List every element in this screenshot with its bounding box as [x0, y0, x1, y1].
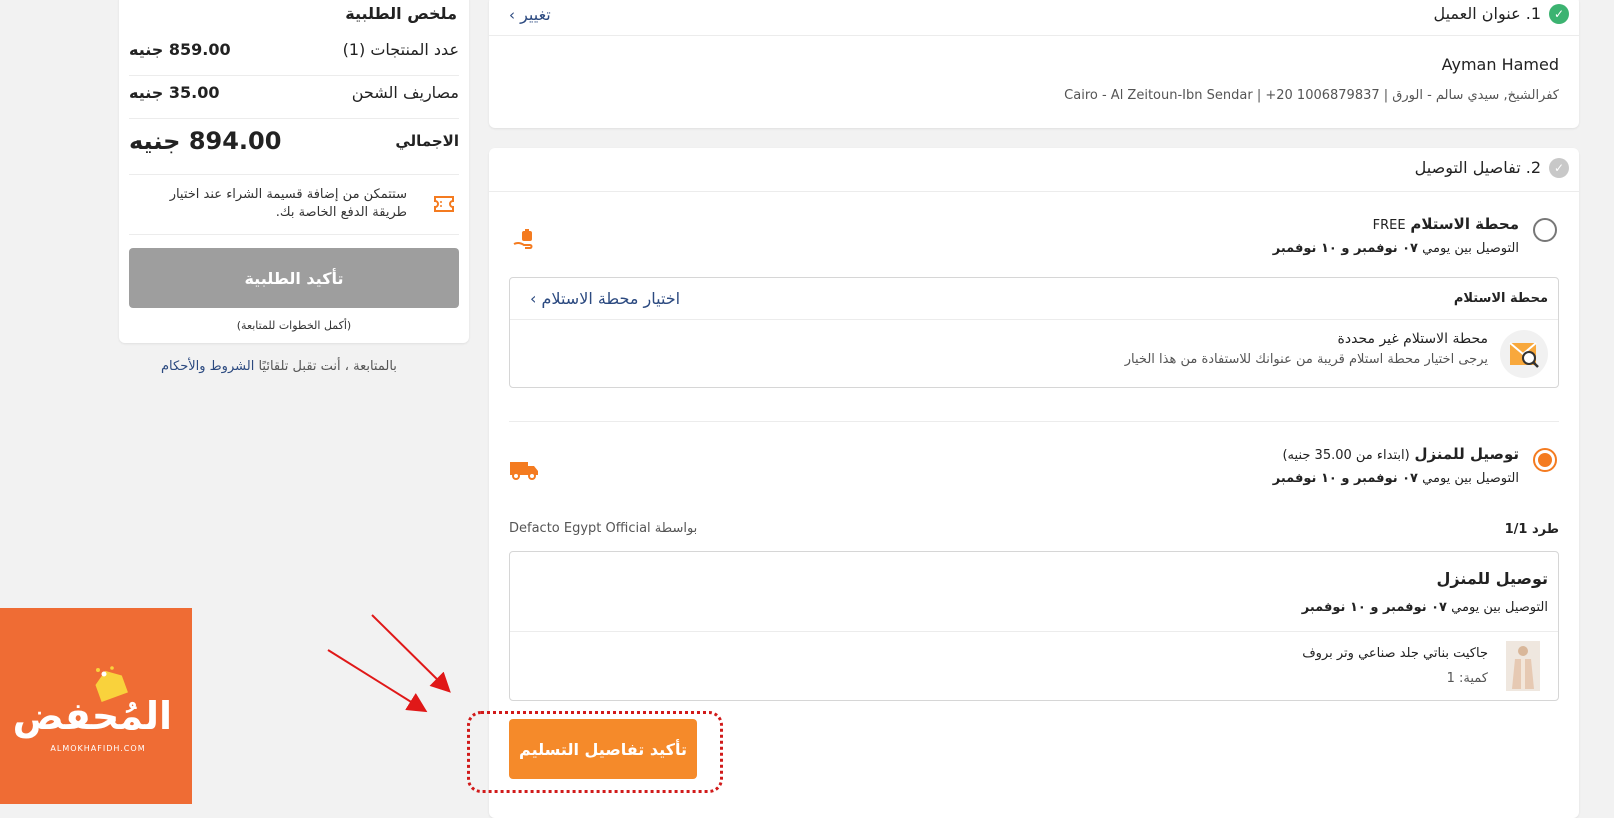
- terms-link[interactable]: الشروط والأحكام: [161, 359, 254, 374]
- total-row: الاجمالي 894.00 جنيه: [129, 127, 459, 155]
- check-icon: ✓: [1549, 158, 1569, 178]
- home-dates: التوصيل بين يومي ٠٧ نوفمبر و ١٠ نوفمبر: [1273, 471, 1519, 486]
- home-title-line: توصيل للمنزل (ابتداء من 35.00 جنيه): [1282, 445, 1519, 463]
- free-badge: FREE: [1372, 218, 1406, 233]
- choose-pickup-label: اختيار محطة الاستلام: [541, 289, 681, 308]
- pickup-station-box: محطة الاستلام ‹ اختيار محطة الاستلام محط…: [509, 277, 1559, 388]
- dates-prefix: التوصيل بين يومي: [1422, 241, 1519, 256]
- address-details: كفرالشيخ, سيدي سالم - الورق | 1006879837…: [1064, 88, 1559, 103]
- shipping-label: مصاريف الشحن: [351, 83, 459, 102]
- pickup-title-line: محطة الاستلام FREE: [1373, 215, 1519, 233]
- divider: [509, 421, 1559, 422]
- home-delivery-radio[interactable]: [1533, 448, 1557, 472]
- total-label: الاجمالي: [395, 132, 459, 150]
- change-label: تغيير: [520, 5, 551, 24]
- watermark-domain: ALMOKHAFIDH.COM: [50, 744, 146, 753]
- pickup-not-set: محطة الاستلام غير محددة: [1337, 331, 1488, 347]
- address-step-title: 1. عنوان العميل: [1433, 4, 1541, 23]
- shipping-row: مصاريف الشحن 35.00 جنيه: [129, 83, 459, 102]
- pickup-radio[interactable]: [1533, 218, 1557, 242]
- home-box-title: توصيل للمنزل: [1436, 569, 1548, 588]
- address-card: ✓ 1. عنوان العميل ‹ تغيير Ayman Hamed كف…: [489, 0, 1579, 128]
- pickup-hint: يرجى اختيار محطة استلام قريبة من عنوانك …: [1124, 352, 1488, 367]
- pickup-title: محطة الاستلام: [1410, 215, 1519, 233]
- product-thumbnail: [1506, 641, 1540, 691]
- divider: [129, 75, 459, 76]
- divider: [129, 118, 459, 119]
- parcel-label: طرد 1/1: [1504, 522, 1559, 537]
- highlight-annotation: [467, 711, 723, 793]
- delivery-step-title: 2. تفاصيل التوصيل: [1414, 158, 1541, 177]
- terms-line: بالمتابعة ، أنت تقبل تلقائيًا الشروط وال…: [161, 359, 397, 374]
- dates-prefix: التوصيل بين يومي: [1451, 600, 1548, 615]
- watermark-brand: المُحفض: [12, 694, 172, 738]
- order-summary-card: ملخص الطلبية عدد المنتجات (1) 859.00 جني…: [119, 0, 469, 343]
- customer-name: Ayman Hamed: [1441, 55, 1559, 74]
- chevron-left-icon: ‹: [530, 289, 537, 308]
- installment-note: ستتمكن من إضافة قسيمة الشراء عند اختيار …: [169, 187, 407, 220]
- terms-prefix: بالمتابعة ، أنت تقبل تلقائيًا: [258, 359, 397, 374]
- truck-icon: [509, 459, 539, 485]
- location-search-icon: [1500, 330, 1548, 378]
- confirm-order-button[interactable]: تأكيد الطلبية: [129, 248, 459, 308]
- change-address-link[interactable]: ‹ تغيير: [509, 5, 551, 24]
- divider: [129, 174, 459, 175]
- divider: [129, 234, 459, 235]
- total-value: 894.00 جنيه: [129, 127, 282, 155]
- dates-bold: ٠٧ نوفمبر و ١٠ نوفمبر: [1272, 471, 1418, 486]
- dates-bold: ٠٧ نوفمبر و ١٠ نوفمبر: [1301, 600, 1447, 615]
- check-icon: ✓: [1549, 4, 1569, 24]
- divider: [510, 319, 1558, 320]
- divider: [489, 35, 1579, 36]
- dates-bold: ٠٧ نوفمبر و ١٠ نوفمبر: [1272, 241, 1418, 256]
- complete-steps-note: (أكمل الخطوات للمتابعة): [236, 319, 352, 332]
- chevron-left-icon: ‹: [509, 6, 515, 24]
- pickup-box-header: محطة الاستلام: [1453, 291, 1548, 306]
- choose-pickup-link[interactable]: ‹ اختيار محطة الاستلام: [530, 289, 680, 308]
- items-value: 859.00 جنيه: [129, 40, 231, 59]
- pickup-station-icon: [513, 228, 539, 256]
- shipping-value: 35.00 جنيه: [129, 83, 220, 102]
- home-delivery-box: توصيل للمنزل التوصيل بين يومي ٠٧ نوفمبر …: [509, 551, 1559, 701]
- divider: [489, 191, 1579, 192]
- summary-title: ملخص الطلبية: [345, 4, 457, 23]
- home-price-note: (ابتداء من 35.00 جنيه): [1282, 448, 1410, 463]
- items-label: عدد المنتجات (1): [342, 40, 459, 59]
- home-title: توصيل للمنزل: [1414, 445, 1519, 463]
- pickup-dates: التوصيل بين يومي ٠٧ نوفمبر و ١٠ نوفمبر: [1273, 241, 1519, 256]
- coupon-icon: [433, 195, 455, 217]
- red-arrows-annotation: [327, 614, 451, 713]
- product-name: جاكيت بناتي جلد صناعي وتر بروف: [1302, 646, 1488, 661]
- watermark-logo: المُحفض ALMOKHAFIDH.COM: [0, 608, 192, 804]
- items-row: عدد المنتجات (1) 859.00 جنيه: [129, 40, 459, 59]
- divider: [510, 631, 1558, 632]
- product-quantity: كمية: 1: [1446, 671, 1488, 686]
- home-box-dates: التوصيل بين يومي ٠٧ نوفمبر و ١٠ نوفمبر: [1302, 600, 1548, 615]
- dates-prefix: التوصيل بين يومي: [1422, 471, 1519, 486]
- seller-label: بواسطة Defacto Egypt Official: [509, 521, 698, 536]
